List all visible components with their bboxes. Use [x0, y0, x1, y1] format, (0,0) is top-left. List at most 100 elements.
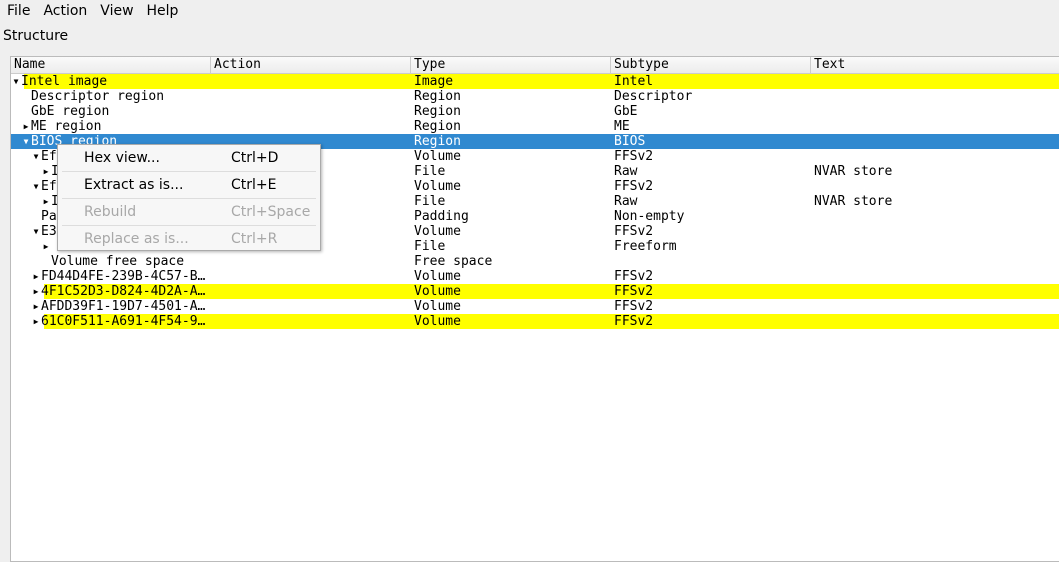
row-text — [811, 314, 1059, 329]
menu-item-label: Hex view... — [84, 150, 160, 166]
row-name: Pa — [41, 209, 57, 224]
expand-down-icon[interactable]: ▼ — [31, 224, 41, 239]
row-text — [811, 149, 1059, 164]
expand-right-icon[interactable]: ▶ — [31, 284, 41, 299]
row-name: GbE region — [31, 104, 110, 119]
row-action — [211, 89, 411, 104]
row-type: Volume — [414, 314, 461, 329]
expand-down-icon[interactable]: ▼ — [11, 74, 21, 89]
no-arrow — [31, 209, 41, 224]
expand-right-icon[interactable]: ▶ — [41, 194, 51, 209]
row-text — [811, 254, 1059, 269]
column-header-type[interactable]: Type — [411, 57, 611, 73]
row-type: Padding — [414, 209, 469, 224]
row-type: Region — [414, 89, 461, 104]
row-text — [811, 284, 1059, 299]
no-arrow — [21, 89, 31, 104]
column-header-subtype[interactable]: Subtype — [611, 57, 811, 73]
tree-row[interactable]: ▶ ME region Region ME — [11, 119, 1059, 134]
row-name: 61C0F511-A691-4F54-9… — [41, 314, 206, 329]
expand-down-icon[interactable]: ▼ — [31, 149, 41, 164]
expand-right-icon[interactable]: ▶ — [21, 119, 31, 134]
row-type: File — [414, 164, 446, 179]
row-subtype: FFSv2 — [614, 179, 654, 194]
menu-view[interactable]: View — [95, 3, 141, 19]
row-type: Image — [414, 74, 454, 89]
row-name: Ef — [41, 149, 57, 164]
tree-header: Name Action Type Subtype Text — [11, 57, 1059, 74]
expand-down-icon[interactable]: ▼ — [21, 134, 31, 149]
row-subtype: FFSv2 — [614, 299, 654, 314]
row-text — [811, 89, 1059, 104]
row-type: Region — [414, 134, 461, 149]
row-type: Volume — [414, 179, 461, 194]
row-subtype: GbE — [614, 104, 638, 119]
row-subtype: FFSv2 — [614, 284, 654, 299]
row-text — [811, 179, 1059, 194]
menu-action[interactable]: Action — [38, 3, 95, 19]
row-name: AFDD39F1-19D7-4501-A… — [41, 299, 206, 314]
row-type: Free space — [414, 254, 493, 269]
no-arrow — [41, 254, 51, 269]
menu-file[interactable]: File — [2, 3, 38, 19]
tree-row[interactable]: GbE region Region GbE — [11, 104, 1059, 119]
row-type: Volume — [414, 149, 461, 164]
row-text: NVAR store — [814, 164, 893, 179]
panel-title: Structure — [3, 28, 69, 44]
expand-right-icon[interactable]: ▶ — [31, 299, 41, 314]
tree-row[interactable]: ▶ AFDD39F1-19D7-4501-A… Volume FFSv2 — [11, 299, 1059, 314]
row-subtype: Raw — [614, 194, 638, 209]
column-header-text[interactable]: Text — [811, 57, 1059, 73]
menu-item-label: Extract as is... — [84, 177, 184, 193]
context-menu-item[interactable]: Extract as is... Ctrl+E — [58, 172, 320, 198]
expand-right-icon[interactable]: ▶ — [41, 239, 51, 254]
row-name: 4F1C52D3-D824-4D2A-A… — [41, 284, 206, 299]
row-subtype: Descriptor — [614, 89, 693, 104]
row-name: ME region — [31, 119, 102, 134]
row-action — [211, 299, 411, 314]
menu-item-shortcut: Ctrl+Space — [231, 204, 311, 220]
context-menu-item[interactable]: Hex view... Ctrl+D — [58, 145, 320, 171]
no-arrow — [21, 104, 31, 119]
column-header-action[interactable]: Action — [211, 57, 411, 73]
row-name: Intel image — [21, 74, 108, 89]
row-subtype: Raw — [614, 164, 638, 179]
expand-right-icon[interactable]: ▶ — [31, 269, 41, 284]
expand-right-icon[interactable]: ▶ — [31, 314, 41, 329]
row-text — [811, 209, 1059, 224]
row-subtype: ME — [614, 119, 630, 134]
row-type: Volume — [414, 224, 461, 239]
menu-item-shortcut: Ctrl+E — [231, 177, 277, 193]
tree-row[interactable]: Descriptor region Region Descriptor — [11, 89, 1059, 104]
structure-tree[interactable]: Name Action Type Subtype Text ▼ Intel ima… — [10, 56, 1059, 562]
row-subtype: FFSv2 — [614, 314, 654, 329]
row-text — [811, 104, 1059, 119]
row-subtype: BIOS — [614, 134, 646, 149]
expand-down-icon[interactable]: ▼ — [31, 179, 41, 194]
context-menu-item[interactable]: Replace as is... Ctrl+R — [58, 226, 320, 252]
row-name: FD44D4FE-239B-4C57-B… — [41, 269, 206, 284]
tree-row[interactable]: ▶ FD44D4FE-239B-4C57-B… Volume FFSv2 — [11, 269, 1059, 284]
expand-right-icon[interactable]: ▶ — [41, 164, 51, 179]
row-subtype — [611, 254, 811, 269]
row-name: Volume free space — [51, 254, 185, 269]
row-text — [811, 119, 1059, 134]
row-subtype: FFSv2 — [614, 149, 654, 164]
tree-row[interactable]: ▶ 61C0F511-A691-4F54-9… Volume FFSv2 — [11, 314, 1059, 329]
menu-item-shortcut: Ctrl+R — [231, 231, 278, 247]
column-header-name[interactable]: Name — [11, 57, 211, 73]
row-type: Volume — [414, 269, 461, 284]
row-text: NVAR store — [814, 194, 893, 209]
row-name: Ef — [41, 179, 57, 194]
row-action — [211, 314, 411, 329]
context-menu-item[interactable]: Rebuild Ctrl+Space — [58, 199, 320, 225]
menu-help[interactable]: Help — [142, 3, 187, 19]
tree-row[interactable]: ▼ Intel image Image Intel — [11, 74, 1059, 89]
tree-row[interactable]: Volume free space Free space — [11, 254, 1059, 269]
row-type: Region — [414, 119, 461, 134]
tree-row[interactable]: ▶ 4F1C52D3-D824-4D2A-A… Volume FFSv2 — [11, 284, 1059, 299]
row-text — [811, 74, 1059, 89]
row-type: Volume — [414, 299, 461, 314]
row-subtype: Intel — [614, 74, 654, 89]
menu-bar: File Action View Help — [0, 0, 1059, 22]
